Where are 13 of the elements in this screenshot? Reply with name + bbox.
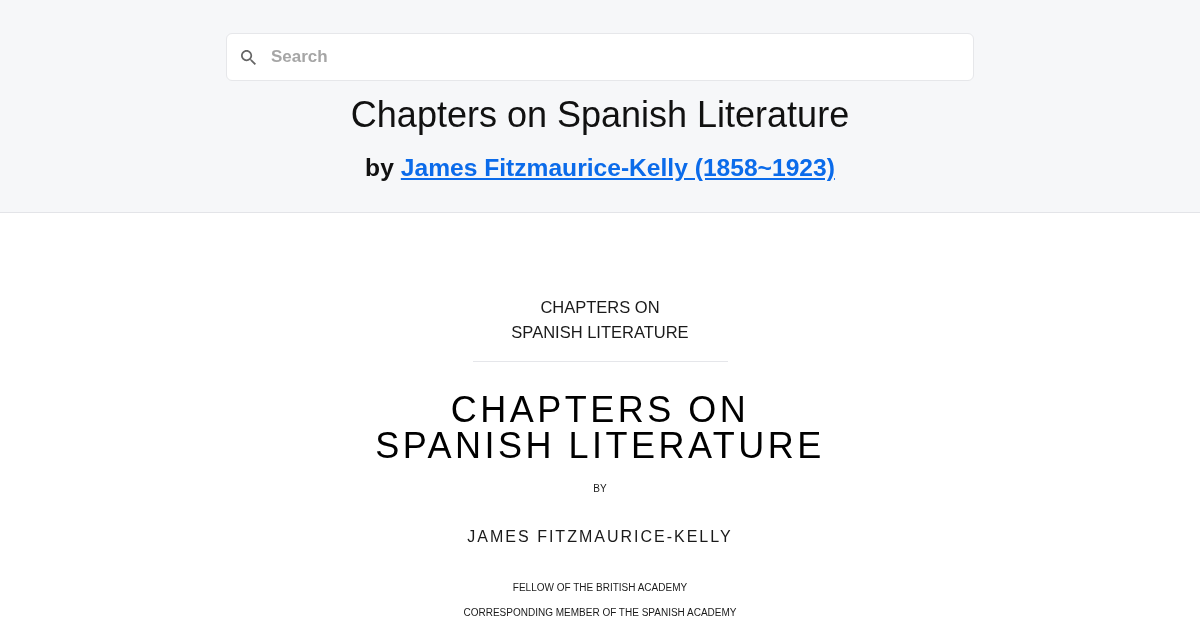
book-title-line: SPANISH LITERATURE (375, 428, 825, 464)
search-icon (241, 50, 256, 65)
by-line: BY (593, 482, 607, 496)
author-credential: FELLOW OF THE BRITISH ACADEMY (512, 581, 688, 595)
search-field[interactable]: Search (226, 33, 974, 81)
half-title-line: SPANISH LITERATURE (511, 322, 689, 343)
author-credential: CORRESPONDING MEMBER OF THE SPANISH ACADEMY (463, 606, 737, 620)
by-label: by (365, 153, 394, 183)
author-link[interactable]: James Fitzmaurice-Kelly (1858~1923) (400, 152, 835, 184)
page-title: Chapters on Spanish Literature (350, 93, 850, 136)
half-title-line: CHAPTERS ON (540, 297, 660, 318)
author-name: JAMES FITZMAURICE-KELLY (467, 527, 733, 547)
book-title-line: CHAPTERS ON (450, 392, 750, 428)
